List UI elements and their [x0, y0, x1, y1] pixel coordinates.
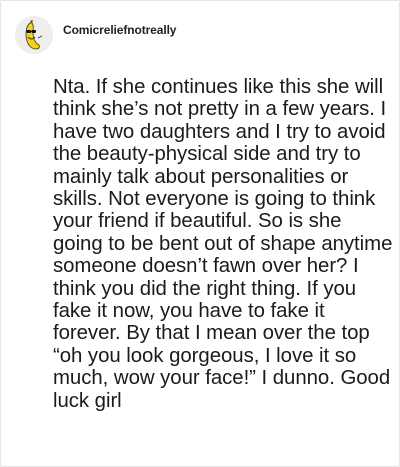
username[interactable]: Comicreliefnotreally [63, 23, 176, 37]
comment-body: Nta. If she continues like this she will… [53, 76, 393, 412]
smiling-banana-avatar-icon [15, 16, 53, 54]
comment-header: Comicreliefnotreally [15, 15, 176, 55]
user-avatar[interactable] [15, 16, 53, 54]
comment-card: Comicreliefnotreally Nta. If she continu… [0, 0, 400, 467]
